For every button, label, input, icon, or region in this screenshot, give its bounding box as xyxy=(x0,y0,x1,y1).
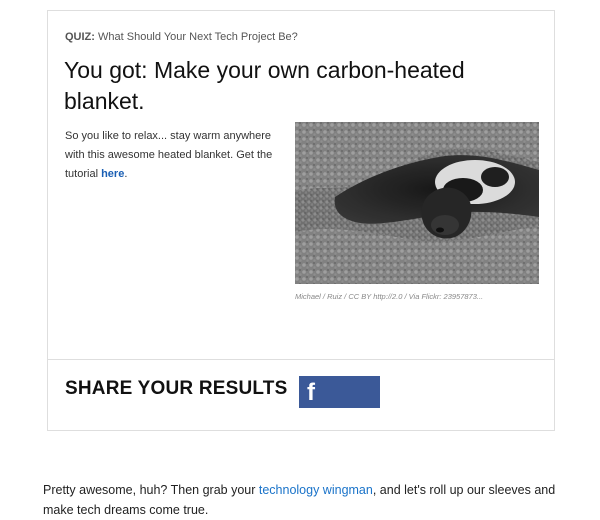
result-description-text: So you like to relax... stay warm anywhe… xyxy=(65,130,273,180)
puppy-blanket-image xyxy=(295,122,539,284)
footer-text-before: Pretty awesome, huh? Then grab your xyxy=(43,483,259,497)
share-section: SHARE YOUR RESULTS f xyxy=(48,359,554,432)
result-photo xyxy=(295,122,539,284)
facebook-share-button[interactable]: f xyxy=(299,376,380,408)
result-title: You got: Make your own carbon-heated bla… xyxy=(64,57,465,114)
footer-paragraph: Pretty awesome, huh? Then grab your tech… xyxy=(43,480,563,520)
share-heading: SHARE YOUR RESULTS xyxy=(65,378,288,399)
quiz-prefix: QUIZ: xyxy=(65,31,95,43)
result-description: So you like to relax... stay warm anywhe… xyxy=(65,127,280,184)
facebook-icon: f xyxy=(307,379,315,406)
result-description-end: . xyxy=(124,168,128,180)
technology-wingman-link[interactable]: technology wingman xyxy=(259,483,373,497)
quiz-result-card: QUIZ: What Should Your Next Tech Project… xyxy=(47,10,555,431)
tutorial-link[interactable]: here xyxy=(101,168,124,180)
quiz-title: What Should Your Next Tech Project Be? xyxy=(98,31,298,43)
quiz-label: QUIZ: What Should Your Next Tech Project… xyxy=(65,31,298,43)
photo-credit: Michael / Ruiz / CC BY http://2.0 / Via … xyxy=(295,292,484,301)
